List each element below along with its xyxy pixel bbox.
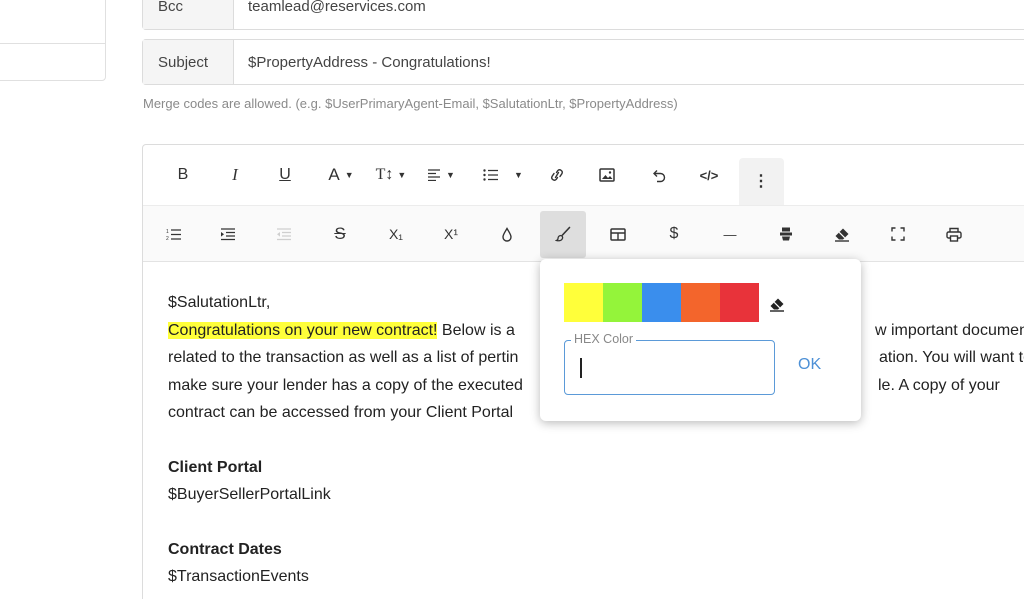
body-line-2-tail: ation. You will want to: [879, 349, 1024, 366]
contract-dates-merge-code: $TransactionEvents: [168, 568, 309, 585]
eraser-icon: [835, 228, 849, 242]
bcc-label: Bcc: [143, 0, 234, 29]
toolbar-primary: B I U A ▼ T↕ ▼ ▼ ▼ </> ⋮: [143, 145, 1024, 205]
font-color-dropdown[interactable]: A ▼: [321, 163, 361, 187]
superscript-button[interactable]: X¹: [439, 222, 463, 246]
contract-dates-heading: Contract Dates: [168, 540, 282, 558]
indent-button[interactable]: [215, 222, 239, 246]
client-portal-merge-code: $BuyerSellerPortalLink: [168, 486, 331, 503]
bullet-list-icon: [483, 169, 499, 181]
print-button[interactable]: [942, 222, 966, 246]
color-swatch-2[interactable]: [603, 283, 642, 322]
table-icon: [610, 227, 626, 241]
align-dropdown[interactable]: ▼: [421, 163, 461, 187]
client-portal-heading: Client Portal: [168, 458, 263, 476]
image-icon: [599, 168, 615, 182]
background-color-popup: HEX Color OK: [540, 259, 861, 421]
highlighted-text: Congratulations on your new contract!: [168, 321, 438, 339]
body-line-2-text: related to the transaction as well as a …: [168, 349, 519, 366]
subscript-button[interactable]: X₁: [384, 222, 408, 246]
svg-text:2: 2: [166, 236, 169, 241]
eraser-icon: [770, 298, 784, 312]
hex-color-input[interactable]: [579, 358, 759, 380]
code-view-button[interactable]: </>: [695, 163, 723, 187]
fullscreen-button[interactable]: [886, 222, 910, 246]
caret-down-icon: ▼: [344, 170, 354, 180]
color-swatch-5[interactable]: [720, 283, 759, 322]
undo-button[interactable]: [646, 163, 670, 187]
italic-button[interactable]: I: [223, 163, 247, 187]
font-color-label: A: [328, 165, 340, 184]
hex-color-label: HEX Color: [571, 332, 637, 346]
horizontal-line-button[interactable]: —: [718, 222, 742, 246]
color-swatch-1[interactable]: [564, 283, 603, 322]
color-swatches: [564, 283, 759, 322]
outdent-icon: [276, 227, 291, 240]
eraser-button[interactable]: [830, 222, 854, 246]
body-line-3-text: make sure your lender has a copy of the …: [168, 376, 523, 394]
text-color-button[interactable]: [495, 222, 519, 246]
merge-code-help-text: Merge codes are allowed. (e.g. $UserPrim…: [143, 96, 678, 111]
color-swatch-3[interactable]: [642, 283, 681, 322]
indent-icon: [220, 227, 235, 240]
bold-button[interactable]: B: [171, 163, 195, 187]
caret-down-icon: ▼: [397, 170, 407, 180]
table-button[interactable]: [606, 222, 630, 246]
svg-text:1: 1: [166, 229, 169, 235]
print-icon: [946, 227, 962, 242]
ok-button[interactable]: OK: [798, 356, 821, 374]
subject-label: Subject: [143, 40, 234, 84]
body-line-3-tail: le. A copy of your: [878, 376, 1000, 394]
color-swatch-4[interactable]: [681, 283, 720, 322]
link-button[interactable]: [545, 163, 569, 187]
drop-icon: [502, 226, 512, 242]
more-button[interactable]: ⋮: [749, 169, 773, 193]
ordered-list-button[interactable]: 12: [161, 222, 185, 246]
body-line-1-tail: w important documen: [875, 321, 1024, 339]
merge-code-button[interactable]: $: [662, 222, 686, 246]
clear-color-button[interactable]: [769, 297, 785, 317]
bcc-field[interactable]: teamlead@reservices.com: [234, 0, 1024, 29]
toolbar-secondary: 12 S X₁ X¹ $ —: [143, 205, 1024, 261]
body-line-1-text: Below is a: [437, 321, 515, 339]
fullscreen-icon: [891, 227, 905, 241]
subject-field[interactable]: $PropertyAddress - Congratulations!: [234, 40, 1024, 84]
format-clear-icon: [780, 227, 792, 241]
image-button[interactable]: [595, 163, 619, 187]
subject-row: Subject $PropertyAddress - Congratulatio…: [142, 39, 1024, 85]
font-size-dropdown[interactable]: T↕ ▼: [371, 163, 411, 187]
underline-button[interactable]: U: [273, 163, 297, 187]
body-line-4-text: contract can be accessed from your Clien…: [168, 404, 514, 421]
align-left-icon: [428, 169, 441, 181]
strikethrough-button[interactable]: S: [328, 222, 352, 246]
outdent-button[interactable]: [271, 222, 295, 246]
caret-down-icon: ▼: [514, 170, 523, 180]
caret-down-icon: ▼: [446, 170, 455, 180]
brush-icon: [555, 226, 571, 242]
text-caret: [580, 358, 582, 378]
bullet-list-dropdown[interactable]: ▼: [477, 163, 529, 187]
hex-color-field: HEX Color: [564, 332, 775, 395]
link-icon: [551, 169, 563, 181]
salutation-text: $SalutationLtr,: [168, 294, 271, 311]
ordered-list-icon: 12: [166, 229, 181, 241]
bcc-row: Bcc teamlead@reservices.com: [142, 0, 1024, 30]
side-panel: [0, 0, 106, 81]
undo-icon: [652, 169, 665, 182]
clear-format-button[interactable]: [774, 222, 798, 246]
background-color-button[interactable]: [551, 222, 575, 246]
font-size-label: T↕: [375, 166, 394, 183]
side-panel-divider: [0, 43, 105, 44]
